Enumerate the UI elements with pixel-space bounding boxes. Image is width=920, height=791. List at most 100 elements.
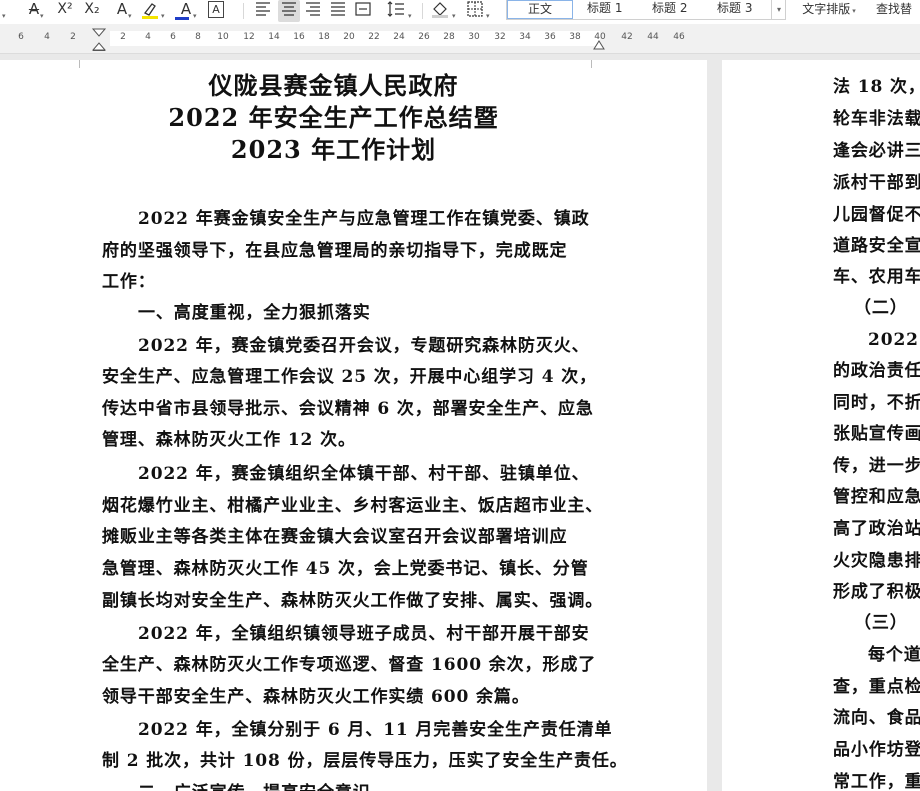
document-page-2[interactable]: 法 18 次， 轮车非法载 逢会必讲三 派村干部到 儿园督促不 道路安全宣 车、农用车 （二）… — [722, 60, 920, 791]
char-border-button[interactable]: A — [206, 0, 226, 22]
ruler-tick-label: 20 — [343, 32, 355, 42]
body-line: 安全生产、应急管理工作会议 25 次，开展中心组学习 4 次， — [102, 367, 598, 387]
body-line: 火灾隐患排 — [833, 551, 920, 571]
style-gallery-more-icon[interactable]: ▾ — [771, 0, 786, 19]
font-color-swatch — [175, 17, 189, 20]
text-effect-button[interactable]: A ▾ — [108, 0, 136, 22]
body-line: 查，重点检 — [833, 677, 920, 697]
ruler-tick-label: 22 — [368, 32, 380, 42]
ruler-tick-label: 4 — [145, 32, 151, 42]
page-gap — [707, 60, 722, 791]
document-page-1[interactable]: 仪陇县赛金镇人民政府 2022 年安全生产工作总结暨 2023 年工作计划 20… — [0, 60, 707, 791]
section-heading: 二、广泛宣传，提高安全意识 — [138, 778, 371, 791]
ruler-tick-label: 10 — [217, 32, 229, 42]
body-line: 管理、森林防灭火工作 12 次。 — [102, 430, 356, 450]
body-line: 车、农用车 — [833, 267, 920, 287]
ruler-tick-label: 4 — [44, 32, 50, 42]
body-line: 传，进一步 — [833, 456, 920, 476]
ruler-tick-label: 2 — [120, 32, 126, 42]
ruler-tick-label: 38 — [569, 32, 581, 42]
section-heading: 一、高度重视，全力狠抓落实 — [138, 303, 371, 323]
find-replace-button[interactable]: 查找替 — [876, 0, 920, 22]
chevron-down-icon: ▾ — [40, 12, 44, 20]
chevron-down-icon: ▾ — [128, 12, 132, 20]
body-line: 2022 年，全镇分别于 6 月、11 月完善安全生产责任清单 — [138, 720, 613, 740]
paint-bucket-icon — [432, 2, 448, 18]
chevron-down-icon: ▾ — [2, 12, 6, 20]
underline-dropdown[interactable]: ▾ — [0, 0, 10, 22]
body-line: 2022 年 — [868, 330, 920, 350]
align-center-button[interactable] — [278, 0, 300, 22]
style-gallery: 正文 标题 1 标题 2 标题 3 ▾ — [506, 0, 786, 20]
toolbar-divider — [243, 3, 244, 19]
ruler-tick-label: 30 — [468, 32, 480, 42]
document-title-line-2: 2022 年安全生产工作总结暨 — [168, 103, 499, 132]
body-line: 法 18 次， — [833, 77, 920, 97]
ruler-tick-label: 18 — [318, 32, 330, 42]
align-left-icon — [256, 2, 270, 16]
body-line: 工作： — [102, 272, 156, 292]
body-line: 道路安全宣 — [833, 236, 920, 256]
body-line: 品小作坊登 — [833, 740, 920, 760]
body-line: （三） — [854, 613, 908, 633]
body-line: 张贴宣传画 — [833, 424, 920, 444]
body-line: 每个道 — [868, 645, 920, 665]
right-indent-marker-icon[interactable] — [593, 38, 605, 50]
align-right-icon — [306, 2, 320, 16]
ruler-tick-label: 6 — [18, 32, 24, 42]
first-line-indent-marker-icon[interactable] — [92, 28, 106, 52]
ruler-tick-label: 6 — [170, 32, 176, 42]
ruler-tick-label: 46 — [673, 32, 685, 42]
chevron-down-icon: ▾ — [161, 12, 165, 20]
document-title-line-1: 仪陇县赛金镇人民政府 — [208, 71, 459, 100]
body-line: 流向、食品 — [833, 708, 920, 728]
body-line: 高了政治站 — [833, 519, 920, 539]
body-line: 全生产、森林防灭火工作专项巡逻、督查 1600 余次，形成了 — [102, 655, 597, 675]
body-line: 急管理、森林防灭火工作 45 次，会上党委书记、镇长、分管 — [102, 559, 589, 579]
body-line: （二） — [854, 298, 908, 318]
toolbar-divider — [422, 3, 423, 19]
borders-button[interactable]: ▾ — [466, 0, 496, 22]
body-line: 府的坚强领导下，在县应急管理局的亲切指导下，完成既定 — [102, 241, 568, 261]
ruler-tick-label: 42 — [621, 32, 633, 42]
justify-button[interactable] — [329, 0, 349, 22]
ruler-tick-label: 2 — [70, 32, 76, 42]
shading-button[interactable]: ▾ — [430, 0, 460, 22]
body-line: 2022 年赛金镇安全生产与应急管理工作在镇党委、镇政 — [138, 209, 590, 229]
highlight-button[interactable]: ▾ — [140, 0, 168, 22]
chevron-down-icon: ▾ — [408, 12, 412, 20]
body-line: 2022 年，全镇组织镇领导班子成员、村干部开展干部安 — [138, 624, 590, 644]
body-line: 常工作，重 — [833, 772, 920, 791]
style-heading-1[interactable]: 标题 1 — [587, 0, 643, 19]
align-left-button[interactable] — [254, 0, 274, 22]
font-color-button[interactable]: A ▾ — [172, 0, 200, 22]
align-right-button[interactable] — [304, 0, 324, 22]
body-line: 传达中省市县领导批示、会议精神 6 次，部署安全生产、应急 — [102, 399, 594, 419]
body-line: 轮车非法载 — [833, 109, 920, 129]
ruler-tick-label: 24 — [393, 32, 405, 42]
body-line: 副镇长均对安全生产、森林防灭火工作做了安排、属实、强调。 — [102, 591, 604, 611]
subscript-button[interactable]: X₂ — [80, 0, 104, 22]
distribute-button[interactable] — [354, 0, 374, 22]
highlighter-icon — [142, 3, 158, 19]
justify-icon — [331, 2, 345, 16]
ruler-tick-label: 32 — [494, 32, 506, 42]
line-spacing-button[interactable]: ▾ — [386, 0, 416, 22]
ruler-tick-label: 34 — [519, 32, 531, 42]
chevron-down-icon: ▾ — [852, 7, 856, 15]
style-heading-3[interactable]: 标题 3 — [717, 0, 773, 19]
superscript-button[interactable]: X² — [53, 0, 77, 22]
body-line: 儿园督促不 — [833, 205, 920, 225]
align-center-icon — [282, 2, 296, 16]
style-normal[interactable]: 正文 — [507, 0, 573, 19]
body-line: 逢会必讲三 — [833, 141, 920, 161]
ruler-tick-label: 26 — [418, 32, 430, 42]
horizontal-ruler[interactable]: 6 4 2 2 4 6 8 10 12 14 16 18 20 22 24 26 28 30 32 34 36 38 40 4… — [0, 24, 920, 54]
strikethrough-button[interactable]: A ▾ — [20, 0, 48, 22]
borders-icon — [467, 1, 483, 17]
line-spacing-icon — [387, 1, 404, 17]
ruler-tick-label: 44 — [647, 32, 659, 42]
body-line: 烟花爆竹业主、柑橘产业业主、乡村客运业主、饭店超市业主、 — [102, 496, 604, 516]
style-heading-2[interactable]: 标题 2 — [652, 0, 708, 19]
text-layout-button[interactable]: 文字排版 ▾ — [798, 0, 860, 22]
